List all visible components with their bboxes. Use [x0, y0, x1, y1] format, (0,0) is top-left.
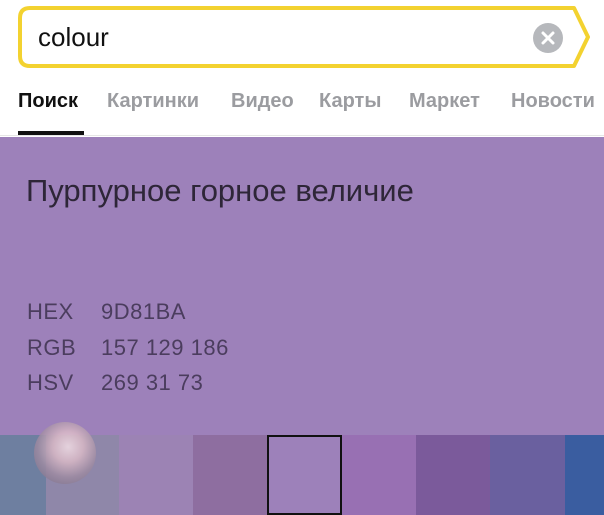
- search-bar: [18, 6, 590, 68]
- palette-swatch[interactable]: [193, 435, 267, 515]
- palette-swatch-selected[interactable]: [267, 435, 342, 515]
- hex-row: HEX 9D81BA: [27, 299, 186, 325]
- colour-name: Пурпурное горное величие: [26, 173, 414, 208]
- palette-swatch[interactable]: [416, 435, 490, 515]
- hsv-row: HSV 269 31 73: [27, 370, 203, 396]
- colour-card: Пурпурное горное величие HEX 9D81BA RGB 15…: [0, 137, 604, 435]
- hex-value: 9D81BA: [101, 299, 186, 324]
- palette-swatch[interactable]: [119, 435, 193, 515]
- hsv-value: 269 31 73: [101, 370, 204, 395]
- tab-maps[interactable]: Карты: [319, 90, 381, 113]
- tab-search[interactable]: Поиск: [18, 90, 78, 113]
- active-tab-indicator: [18, 131, 84, 135]
- hex-label: HEX: [27, 299, 74, 324]
- avatar[interactable]: [34, 422, 96, 484]
- tab-images[interactable]: Картинки: [107, 90, 199, 113]
- palette-swatch[interactable]: [490, 435, 565, 515]
- palette-swatch[interactable]: [565, 435, 604, 515]
- search-tabs: Поиск Картинки Видео Карты Маркет Новост…: [0, 84, 604, 136]
- rgb-row: RGB 157 129 186: [27, 335, 229, 361]
- tab-video[interactable]: Видео: [231, 90, 294, 113]
- rgb-label: RGB: [27, 335, 77, 360]
- hsv-label: HSV: [27, 370, 74, 395]
- palette-swatch[interactable]: [342, 435, 416, 515]
- clear-search-button[interactable]: [533, 23, 563, 53]
- search-input[interactable]: [38, 18, 518, 56]
- rgb-value: 157 129 186: [101, 335, 229, 360]
- tab-news[interactable]: Новости: [511, 90, 595, 113]
- tab-market[interactable]: Маркет: [409, 90, 480, 113]
- close-icon: [541, 31, 555, 45]
